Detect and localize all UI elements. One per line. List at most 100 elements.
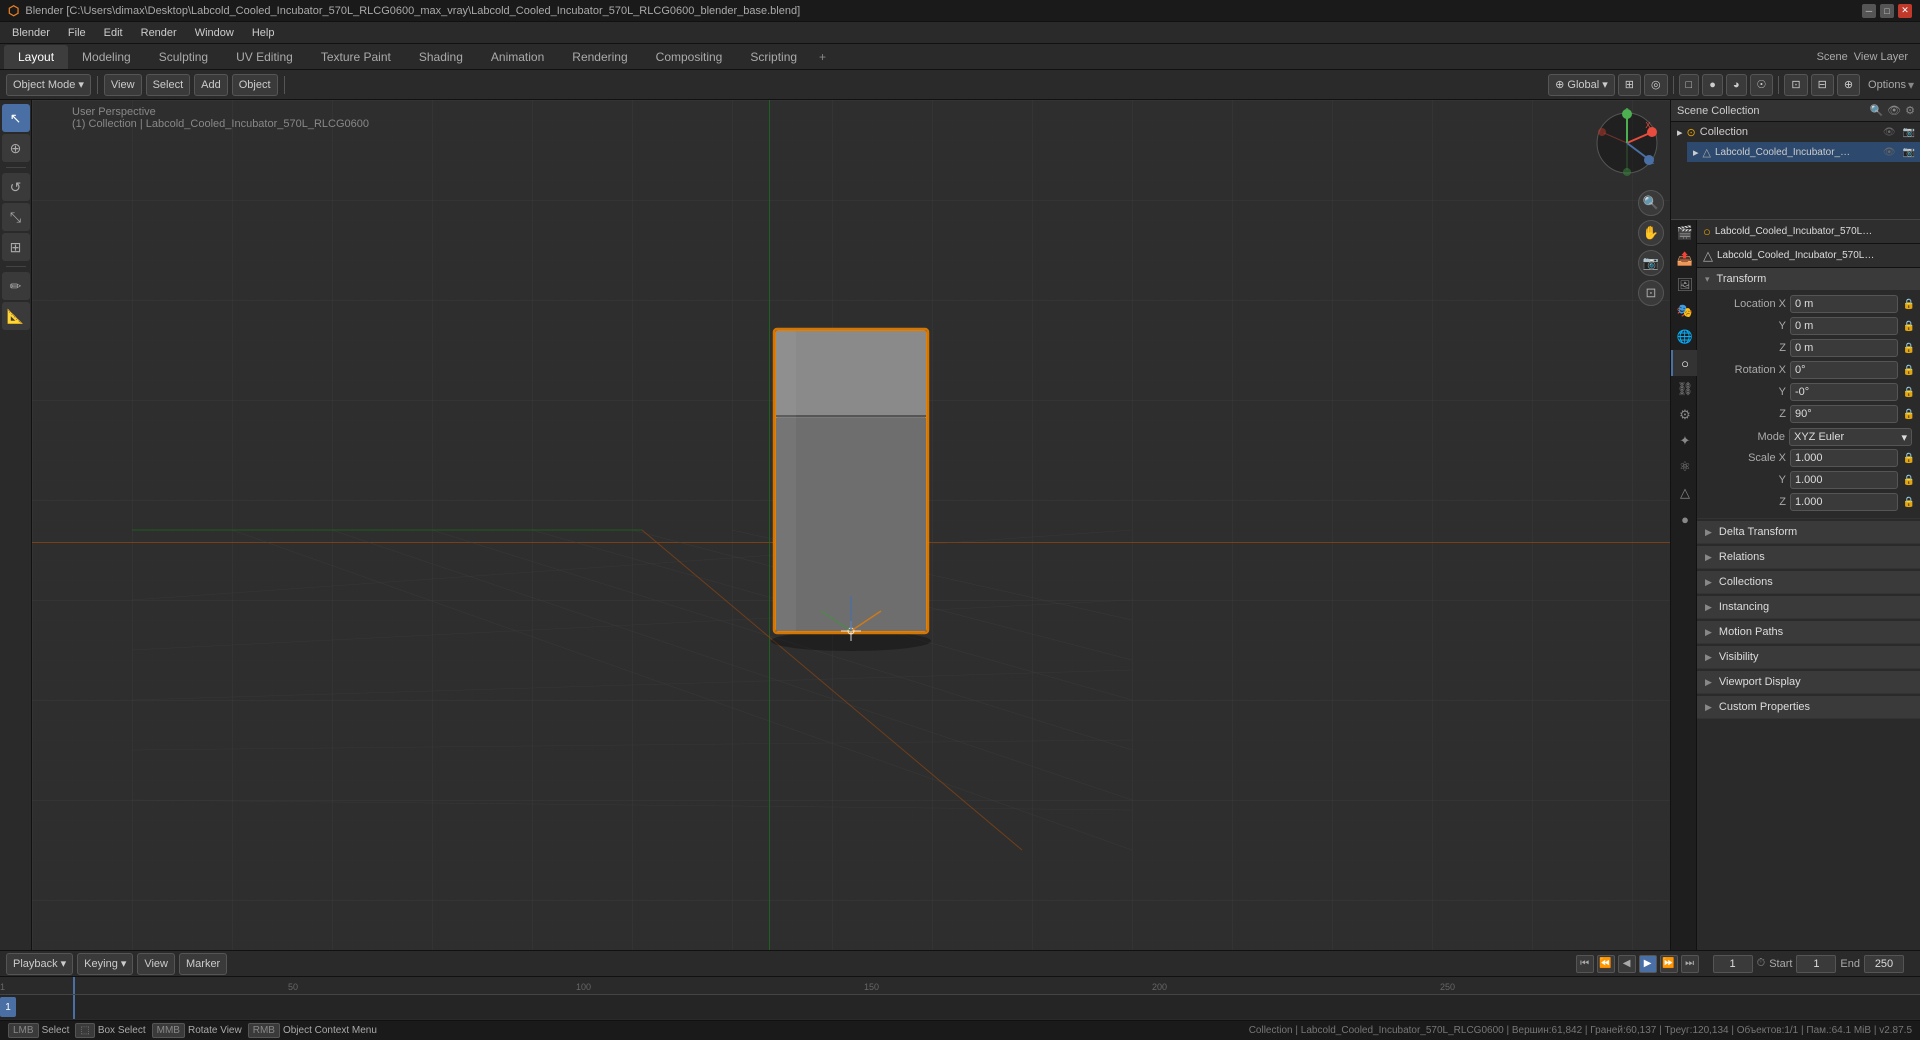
material-btn[interactable]: ◕	[1726, 74, 1747, 96]
minimize-button[interactable]: ─	[1862, 4, 1876, 18]
scale-z-value[interactable]: 1.000	[1790, 493, 1898, 511]
menu-render[interactable]: Render	[133, 25, 185, 41]
scale-x-lock[interactable]: 🔒	[1902, 451, 1916, 465]
mode-select[interactable]: XYZ Euler ▾	[1789, 428, 1912, 446]
rotation-z-lock[interactable]: 🔒	[1902, 407, 1916, 421]
rotation-y-lock[interactable]: 🔒	[1902, 385, 1916, 399]
custom-props-header[interactable]: ▶ Custom Properties	[1697, 696, 1920, 718]
motion-paths-section[interactable]: ▶ Motion Paths	[1697, 621, 1920, 644]
location-x-lock[interactable]: 🔒	[1902, 297, 1916, 311]
prop-tab-mesh[interactable]: △	[1671, 480, 1697, 506]
prop-tab-object[interactable]: ○	[1671, 350, 1697, 376]
menu-window[interactable]: Window	[187, 25, 242, 41]
prop-tab-output[interactable]: 📤	[1671, 246, 1697, 272]
rotation-z-value[interactable]: 90°	[1790, 405, 1898, 423]
outliner-item-1[interactable]: ▸ △ Labcold_Cooled_Incubator_570L_RLCG06…	[1687, 142, 1920, 162]
add-menu[interactable]: Add	[194, 74, 228, 96]
collections-header[interactable]: ▶ Collections	[1697, 571, 1920, 593]
prop-tab-physics[interactable]: ⚛	[1671, 454, 1697, 480]
select-menu[interactable]: Select	[146, 74, 191, 96]
relations-section[interactable]: ▶ Relations	[1697, 546, 1920, 569]
location-x-value[interactable]: 0 m	[1790, 295, 1898, 313]
outliner-eye-btn[interactable]: 👁	[1887, 104, 1901, 117]
play-btn[interactable]: ▶	[1639, 955, 1657, 973]
tab-modeling[interactable]: Modeling	[68, 45, 145, 69]
play-reverse-btn[interactable]: ◀	[1618, 955, 1636, 973]
menu-edit[interactable]: Edit	[96, 25, 131, 41]
custom-props-section[interactable]: ▶ Custom Properties	[1697, 696, 1920, 719]
prop-tab-modifiers[interactable]: ⚙	[1671, 402, 1697, 428]
gizmo-btn[interactable]: ⊕	[1837, 74, 1860, 96]
perspective-gizmo[interactable]: X Y Z	[1592, 108, 1662, 178]
playback-menu[interactable]: Playback ▾	[6, 953, 73, 975]
rotation-x-value[interactable]: 0°	[1790, 361, 1898, 379]
snap-btn[interactable]: ⊞	[1618, 74, 1641, 96]
scale-y-lock[interactable]: 🔒	[1902, 473, 1916, 487]
location-z-value[interactable]: 0 m	[1790, 339, 1898, 357]
prop-tab-scene[interactable]: 🎭	[1671, 298, 1697, 324]
keying-menu[interactable]: Keying ▾	[77, 953, 133, 975]
annotate-tool-btn[interactable]: ✏	[2, 272, 30, 300]
outliner-item-0[interactable]: ▸ ⊙ Collection 👁 📷	[1671, 122, 1920, 142]
prop-tab-render[interactable]: 🎬	[1671, 220, 1697, 246]
view-menu[interactable]: View	[104, 74, 142, 96]
tab-texture-paint[interactable]: Texture Paint	[307, 45, 405, 69]
object-menu[interactable]: Object	[232, 74, 278, 96]
viewport[interactable]: User Perspective (1) Collection | Labcol…	[32, 100, 1670, 950]
delta-transform-section[interactable]: ▶ Delta Transform	[1697, 521, 1920, 544]
prop-tab-world[interactable]: 🌐	[1671, 324, 1697, 350]
viewport-shading-btn[interactable]: ⊕ Global ▾	[1548, 74, 1615, 96]
xray-btn[interactable]: ⊡	[1784, 74, 1807, 96]
scale-x-value[interactable]: 1.000	[1790, 449, 1898, 467]
tab-animation[interactable]: Animation	[477, 45, 558, 69]
object-mode-dropdown[interactable]: Object Mode ▾	[6, 74, 91, 96]
transform-tool-btn[interactable]: ⊞	[2, 233, 30, 261]
transform-section-header[interactable]: ▾ Transform	[1697, 268, 1920, 290]
scale-tool-btn[interactable]: ⤡	[2, 203, 30, 231]
move-tool-btn[interactable]: ⊕	[2, 134, 30, 162]
timeline-ruler-area[interactable]: 1 50 100 150 200 250 1	[0, 977, 1920, 1019]
viewport-display-section[interactable]: ▶ Viewport Display	[1697, 671, 1920, 694]
delta-transform-header[interactable]: ▶ Delta Transform	[1697, 521, 1920, 543]
tab-compositing[interactable]: Compositing	[642, 45, 737, 69]
relations-header[interactable]: ▶ Relations	[1697, 546, 1920, 568]
proportional-btn[interactable]: ◎	[1644, 74, 1668, 96]
marker-menu[interactable]: Marker	[179, 953, 227, 975]
maximize-button[interactable]: □	[1880, 4, 1894, 18]
close-button[interactable]: ✕	[1898, 4, 1912, 18]
menu-blender[interactable]: Blender	[4, 25, 58, 41]
jump-start-btn[interactable]: ⏮	[1576, 955, 1594, 973]
zoom-in-btn[interactable]: 🔍	[1638, 190, 1664, 216]
next-frame-btn[interactable]: ⏩	[1660, 955, 1678, 973]
start-frame-input[interactable]: 1	[1796, 955, 1836, 973]
visibility-header[interactable]: ▶ Visibility	[1697, 646, 1920, 668]
current-frame-input[interactable]: 1	[1713, 955, 1753, 973]
menu-file[interactable]: File	[60, 25, 94, 41]
rotation-y-value[interactable]: -0°	[1790, 383, 1898, 401]
add-workspace-button[interactable]: +	[811, 47, 834, 67]
visibility-section[interactable]: ▶ Visibility	[1697, 646, 1920, 669]
rotation-x-lock[interactable]: 🔒	[1902, 363, 1916, 377]
jump-end-btn[interactable]: ⏭	[1681, 955, 1699, 973]
prop-tab-view[interactable]: 🖼	[1671, 272, 1697, 298]
location-z-lock[interactable]: 🔒	[1902, 341, 1916, 355]
menu-help[interactable]: Help	[244, 25, 283, 41]
location-y-lock[interactable]: 🔒	[1902, 319, 1916, 333]
rotate-tool-btn[interactable]: ↺	[2, 173, 30, 201]
timeline-track[interactable]: 1	[0, 995, 1920, 1019]
tab-uv-editing[interactable]: UV Editing	[222, 45, 307, 69]
tab-scripting[interactable]: Scripting	[736, 45, 811, 69]
prop-tab-material[interactable]: ●	[1671, 506, 1697, 532]
prev-frame-btn[interactable]: ⏪	[1597, 955, 1615, 973]
pan-btn[interactable]: ✋	[1638, 220, 1664, 246]
camera-btn[interactable]: 📷	[1638, 250, 1664, 276]
scale-y-value[interactable]: 1.000	[1790, 471, 1898, 489]
solid-btn[interactable]: ●	[1702, 74, 1723, 96]
tab-sculpting[interactable]: Sculpting	[145, 45, 222, 69]
outliner-options-btn[interactable]: ⚙	[1905, 104, 1915, 117]
end-frame-input[interactable]: 250	[1864, 955, 1904, 973]
instancing-header[interactable]: ▶ Instancing	[1697, 596, 1920, 618]
overlay-btn[interactable]: ⊟	[1811, 74, 1834, 96]
collections-section[interactable]: ▶ Collections	[1697, 571, 1920, 594]
cursor-tool-btn[interactable]: ↖	[2, 104, 30, 132]
